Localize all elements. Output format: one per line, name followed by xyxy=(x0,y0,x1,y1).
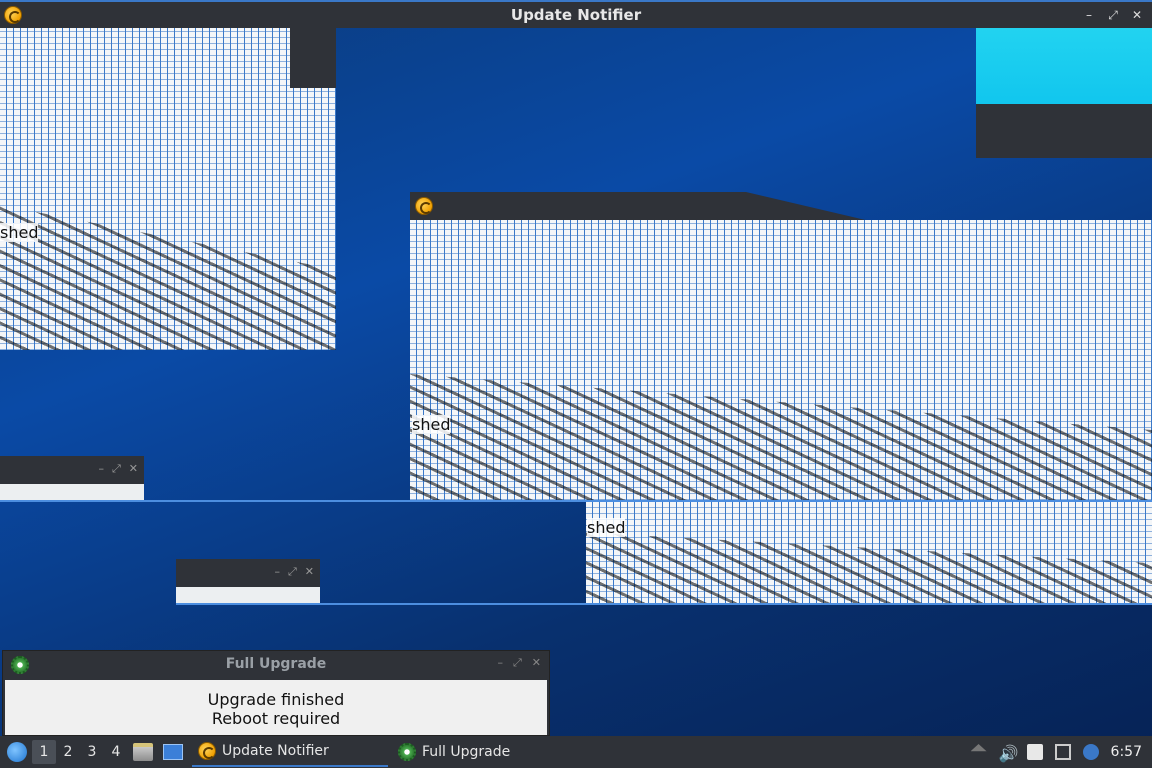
gear-icon xyxy=(398,743,416,761)
ghost-window-titlebar: – ⤢ ✕ xyxy=(0,456,144,484)
glitch-text: shed xyxy=(412,415,451,434)
glitch-text: shed xyxy=(587,518,626,537)
task-label: Full Upgrade xyxy=(422,744,511,760)
dialog-minimize-button[interactable]: – xyxy=(497,656,503,670)
file-manager-launcher[interactable] xyxy=(131,741,155,763)
glitch-artifact-bottom: shed xyxy=(586,502,1152,604)
maximize-button[interactable]: ⤢ xyxy=(1106,8,1120,23)
dark-artifact-wedge xyxy=(290,28,336,88)
workspace-2[interactable]: 2 xyxy=(56,740,80,764)
close-button[interactable]: ✕ xyxy=(1130,8,1144,23)
artifact-line xyxy=(176,603,1152,605)
network-icon[interactable] xyxy=(1054,744,1071,760)
start-menu-button[interactable] xyxy=(2,737,32,767)
ghost-window-titlebar xyxy=(410,192,746,220)
task-full-upgrade[interactable]: Full Upgrade xyxy=(392,737,588,767)
ghost-window-body xyxy=(176,587,320,603)
volume-icon[interactable]: 🔊 xyxy=(999,744,1019,763)
dialog-body: Upgrade finished Reboot required xyxy=(5,680,547,735)
workspace-4[interactable]: 4 xyxy=(104,740,128,764)
glitch-text: shed xyxy=(0,223,39,242)
glitch-artifact-topleft: shed xyxy=(0,28,336,350)
update-notifier-icon xyxy=(415,197,433,215)
taskbar: 1 2 3 4 Update Notifier Full Upgrade 🔊 6… xyxy=(0,736,1152,768)
full-upgrade-dialog: Full Upgrade – ⤢ ✕ Upgrade finished Rebo… xyxy=(2,650,550,736)
dark-artifact-right xyxy=(976,104,1152,158)
dialog-title: Full Upgrade xyxy=(225,656,327,672)
lubuntu-logo-icon xyxy=(7,742,27,762)
dialog-maximize-button[interactable]: ⤢ xyxy=(513,656,522,670)
file-manager-icon xyxy=(133,743,153,761)
minimize-button[interactable]: – xyxy=(1082,8,1096,23)
update-notifier-icon xyxy=(198,742,216,760)
show-desktop-button[interactable] xyxy=(161,741,185,763)
dialog-close-button[interactable]: ✕ xyxy=(532,656,541,670)
clock[interactable]: 6:57 xyxy=(1111,744,1142,760)
clipboard-icon[interactable] xyxy=(1026,744,1043,760)
desktop-icon xyxy=(163,744,183,760)
ghost-window-body xyxy=(0,484,144,500)
notification-icon[interactable] xyxy=(1082,744,1099,760)
task-update-notifier[interactable]: Update Notifier xyxy=(192,737,388,767)
window-title: Update Notifier xyxy=(510,6,642,24)
main-window-titlebar[interactable]: Update Notifier – ⤢ ✕ xyxy=(0,0,1152,28)
upgrade-status-text: Upgrade finished xyxy=(207,690,345,709)
glitch-artifact-center: shed xyxy=(410,220,1152,500)
update-indicator-icon[interactable] xyxy=(970,744,987,752)
ghost-window-titlebar: – ⤢ ✕ xyxy=(176,559,320,587)
system-tray: 🔊 6:57 xyxy=(970,744,1152,763)
task-label: Update Notifier xyxy=(222,743,329,759)
workspace-3[interactable]: 3 xyxy=(80,740,104,764)
workspace-1[interactable]: 1 xyxy=(32,740,56,764)
reboot-required-text: Reboot required xyxy=(211,709,341,728)
cyan-artifact-block xyxy=(976,28,1152,104)
